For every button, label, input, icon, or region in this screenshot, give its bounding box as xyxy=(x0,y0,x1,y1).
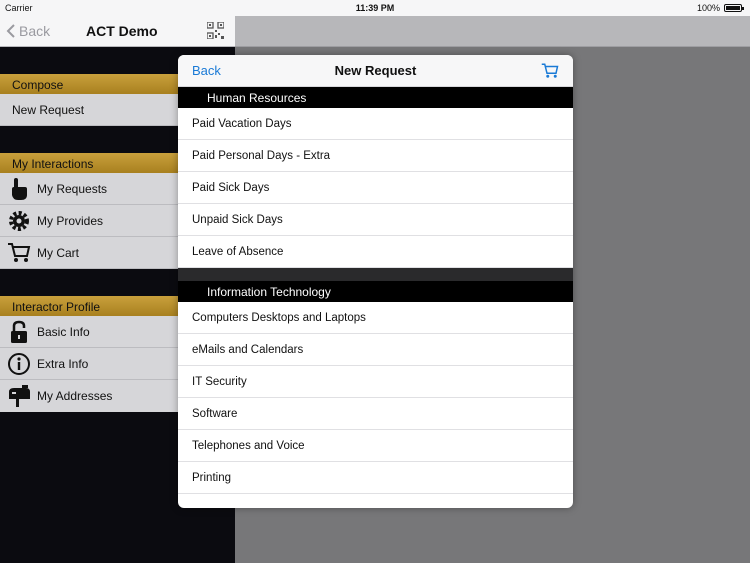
pointer-hand-icon xyxy=(6,176,32,202)
sidebar-navbar: Back ACT Demo xyxy=(0,16,235,47)
app-title: ACT Demo xyxy=(86,23,158,39)
list-item[interactable]: Computers Desktops and Laptops xyxy=(178,302,573,334)
group-header-human-resources: Human Resources xyxy=(178,87,573,108)
battery-indicator: 100% xyxy=(696,3,744,13)
list-item[interactable]: eMails and Calendars xyxy=(178,334,573,366)
list-item[interactable]: IT Security xyxy=(178,366,573,398)
list-item[interactable]: Paid Sick Days xyxy=(178,172,573,204)
modal-header: Back New Request xyxy=(178,55,573,87)
detail-navbar xyxy=(235,16,750,47)
cart-icon[interactable] xyxy=(541,62,559,80)
sidebar-item-label: Basic Info xyxy=(37,324,90,339)
battery-icon xyxy=(724,4,744,12)
list-item[interactable]: Leave of Absence xyxy=(178,236,573,268)
gear-icon xyxy=(6,208,32,234)
nav-back-button[interactable]: Back xyxy=(6,23,50,39)
modal-title: New Request xyxy=(334,63,417,78)
mailbox-icon xyxy=(6,383,32,409)
group-header-information-technology: Information Technology xyxy=(178,281,573,302)
sidebar-item-label: My Cart xyxy=(37,245,79,260)
list-item[interactable]: Printing xyxy=(178,462,573,494)
battery-percent: 100% xyxy=(696,3,720,13)
list-item[interactable]: Paid Personal Days - Extra xyxy=(178,140,573,172)
new-request-modal: Back New Request Human Resources Paid Va… xyxy=(178,55,573,508)
sidebar-item-label: My Provides xyxy=(37,213,104,228)
status-bar: Carrier 11:39 PM 100% xyxy=(0,0,750,16)
sidebar-item-label: My Requests xyxy=(37,181,108,196)
nav-back-label: Back xyxy=(19,23,51,39)
clock: 11:39 PM xyxy=(355,3,395,13)
sidebar-item-label: Extra Info xyxy=(37,356,89,371)
list-item[interactable]: Telephones and Voice xyxy=(178,430,573,462)
info-icon xyxy=(6,351,32,377)
cart-icon xyxy=(6,240,32,266)
group-divider xyxy=(178,268,573,281)
chevron-left-icon xyxy=(6,24,15,38)
list-item[interactable]: Software xyxy=(178,398,573,430)
list-item[interactable]: Paid Vacation Days xyxy=(178,108,573,140)
sidebar-item-label: New Request xyxy=(12,102,85,117)
sidebar-item-label: My Addresses xyxy=(37,389,113,403)
qr-code-icon[interactable] xyxy=(207,22,224,39)
list-item[interactable]: Unpaid Sick Days xyxy=(178,204,573,236)
lock-icon xyxy=(6,319,32,345)
